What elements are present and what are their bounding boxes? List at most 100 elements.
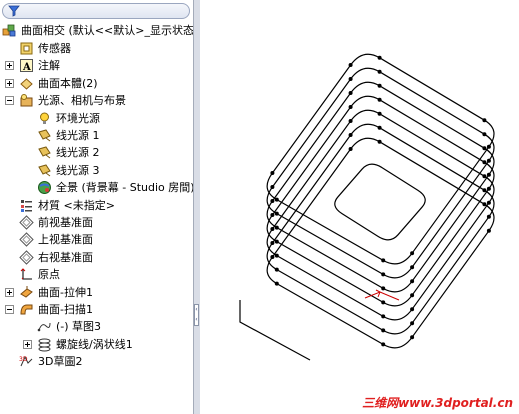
tree-item[interactable]: 传感器	[0, 40, 193, 57]
collapse-icon[interactable]	[5, 96, 14, 106]
tree-item-label: 线光源 2	[56, 146, 100, 160]
sketch-vertex	[410, 279, 415, 284]
tree-root-label: 曲面相交 (默认<<默认>_显示状态	[21, 24, 193, 37]
tree-item[interactable]: 曲面-拉伸1	[0, 284, 193, 301]
sketch-vertex	[348, 91, 353, 95]
tree-item[interactable]: A 注解	[0, 57, 193, 74]
surface-sweep-icon	[20, 304, 33, 315]
sketch-icon	[37, 323, 51, 332]
sensor-icon	[20, 42, 33, 55]
sketch-vertex	[348, 133, 353, 137]
scene-icon	[38, 181, 51, 195]
filter-icon[interactable]	[8, 5, 20, 17]
origin-icon	[20, 268, 32, 280]
tree-item[interactable]: 线光源 1	[0, 127, 193, 144]
tree-item-label: 线光源 1	[56, 129, 100, 142]
sketch-vertex	[381, 342, 386, 347]
sketch-vertex	[348, 63, 353, 67]
sketch-vertex	[486, 144, 491, 149]
sketch-vertex	[274, 197, 279, 202]
tree-item[interactable]: 光源、相机与布景	[0, 92, 193, 109]
tree-item[interactable]: 上视基准面	[0, 231, 193, 248]
tree-item[interactable]: (-) 草图3	[0, 318, 193, 335]
sketch-vertex	[270, 185, 275, 189]
sketch-vertex	[270, 213, 275, 217]
expand-icon[interactable]	[23, 339, 32, 349]
sketch-vertex	[486, 228, 491, 233]
sketch-vertex	[410, 307, 415, 312]
sketch-vertex	[274, 239, 279, 244]
ambient-light-icon	[40, 112, 49, 124]
sketch-vertex	[482, 188, 487, 193]
sketch-vertex	[348, 77, 353, 81]
sketch-vertex	[486, 186, 491, 191]
tree-item[interactable]: 3D 3D草圖2	[0, 353, 193, 370]
tree-item-label: 全景 (背景幕 - Studio 房間)	[56, 181, 193, 195]
sketch-vertex	[410, 265, 415, 270]
sketch-vertex	[482, 132, 487, 137]
collapse-icon[interactable]	[5, 305, 14, 314]
graphics-viewport[interactable]	[200, 0, 519, 414]
sketch-vertex	[486, 158, 491, 163]
part-icon	[2, 24, 16, 37]
annotation-icon: A	[20, 59, 33, 73]
tree-item[interactable]: 螺旋线/涡状线1	[0, 336, 193, 353]
sketch-vertex	[348, 105, 353, 109]
sketch-vertex	[381, 258, 386, 263]
tree-item-label: 注解	[38, 59, 60, 73]
tree-item[interactable]: 曲面本體(2)	[0, 75, 193, 92]
tree-item[interactable]: 材質 <未指定>	[0, 197, 193, 214]
sketch-vertex	[377, 111, 382, 116]
svg-text:3D: 3D	[19, 356, 28, 363]
3d-sketch-icon: 3D	[19, 356, 33, 367]
sketch-vertex	[274, 225, 279, 230]
tree-item[interactable]: 曲面-扫描1	[0, 301, 193, 318]
tree-item[interactable]: 全景 (背景幕 - Studio 房間)	[0, 179, 193, 196]
tree-item-label: 曲面-扫描1	[38, 303, 93, 316]
sketch-vertex	[381, 286, 386, 291]
plane-icon	[19, 250, 34, 265]
tree-item[interactable]: 线光源 2	[0, 144, 193, 161]
tree-item-label: (-) 草图3	[56, 320, 102, 334]
sketch-vertex	[482, 160, 487, 165]
sketch-vertex	[410, 251, 415, 256]
collapse-panel-handle[interactable]: ‹ ‹	[194, 304, 199, 326]
tree-item[interactable]: 前视基准面	[0, 214, 193, 231]
tree-item[interactable]: 环境光源	[0, 110, 193, 127]
sketch-vertex	[482, 146, 487, 151]
sketch-vertex	[270, 227, 275, 231]
sketch-vertex	[486, 214, 491, 219]
sketch-vertex	[377, 55, 382, 60]
helix-icon	[38, 338, 51, 352]
tree-item[interactable]: 线光源 3	[0, 162, 193, 179]
svg-text:A: A	[22, 62, 31, 73]
tree-item-label: 曲面-拉伸1	[38, 285, 93, 299]
tree-item-label: 前视基准面	[38, 216, 93, 229]
tree-item[interactable]: 右视基准面	[0, 249, 193, 266]
panel-splitter[interactable]	[193, 0, 200, 414]
tree-item-label: 原点	[38, 268, 60, 282]
sketch-vertex	[410, 293, 415, 298]
sketch-vertex	[381, 314, 386, 319]
directional-light-icon	[38, 146, 51, 159]
tree-item-label: 3D草圖2	[38, 355, 83, 369]
tree-root-item[interactable]: 曲面相交 (默认<<默认>_显示状态	[0, 22, 193, 39]
sketch-vertex	[274, 211, 279, 216]
material-icon	[21, 199, 32, 212]
plane-icon	[19, 232, 34, 248]
tree-item-label: 材質 <未指定>	[38, 198, 115, 212]
tree-item-label: 右视基准面	[38, 250, 93, 264]
filter-bar[interactable]	[2, 3, 190, 19]
tree-item-label: 上视基准面	[38, 233, 93, 247]
sketch-vertex	[381, 300, 386, 305]
expand-icon[interactable]	[5, 287, 14, 297]
tree-item[interactable]: 原点	[0, 266, 193, 283]
feature-manager-tree: 曲面相交 (默认<<默认>_显示状态 传感器 A 注解曲面本體(2) 光源、相机与布景…	[0, 0, 193, 414]
watermark-url: www.3dportal.cn	[398, 396, 513, 410]
sketch-vertex	[482, 118, 487, 123]
expand-icon[interactable]	[5, 61, 14, 71]
sketch-vertex	[377, 125, 382, 130]
sketch-vertex	[486, 200, 491, 205]
directional-light-icon	[38, 164, 51, 177]
expand-icon[interactable]	[5, 78, 14, 88]
